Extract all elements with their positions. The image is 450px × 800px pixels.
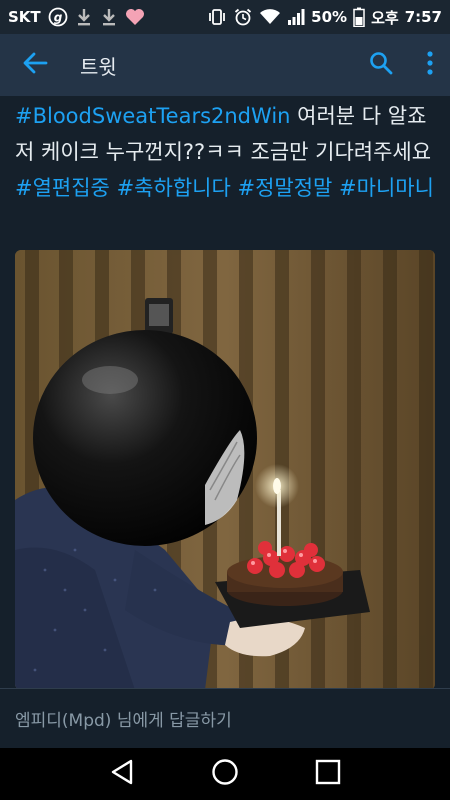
hashtag-link[interactable]: #마니마니 [339,176,434,200]
carrier-label: SKT [8,8,41,26]
reply-composer[interactable]: 엠피디(Mpd) 님에게 답글하기 [0,688,450,748]
page-title: 트윗 [80,54,117,79]
search-icon [369,51,393,79]
more-vertical-icon [427,51,433,79]
recents-square-icon [315,759,341,789]
alarm-icon [233,7,253,27]
battery-icon [353,7,365,27]
download-icon [75,7,93,27]
download-icon [100,7,118,27]
hashtag-link[interactable]: #열편집중 [15,176,110,200]
tweet-detail: #BloodSweatTears2ndWin 여러분 다 알죠 저 케이크 누구… [0,96,450,688]
hashtag-link[interactable]: #정말정말 [237,176,332,200]
more-options-button[interactable] [410,34,450,96]
ampm-label: 오후 [371,8,399,27]
wifi-icon [259,8,281,26]
status-bar: SKT g 50% 오후 7:57 [0,0,450,34]
signal-icon [287,8,305,26]
nav-home-button[interactable] [200,748,250,800]
clock-time: 7:57 [404,8,442,26]
heart-icon [125,8,145,26]
back-arrow-icon [22,52,48,78]
g-circle-icon: g [48,7,68,27]
vibrate-icon [207,7,227,27]
battery-percent: 50% [311,8,348,26]
svg-text:g: g [53,11,62,25]
system-nav-bar [0,748,450,800]
reply-input[interactable]: 엠피디(Mpd) 님에게 답글하기 [15,706,232,731]
search-button[interactable] [352,34,410,96]
back-triangle-icon [109,758,135,790]
hashtag-link[interactable]: #BloodSweatTears2ndWin [15,104,290,128]
tweet-photo[interactable] [15,250,435,688]
back-button[interactable] [0,34,70,96]
tweet-text: #BloodSweatTears2ndWin 여러분 다 알죠 저 케이크 누구… [15,98,435,206]
app-bar: 트윗 [0,34,450,96]
nav-back-button[interactable] [97,748,147,800]
hashtag-link[interactable]: #축하합니다 [117,176,231,200]
home-circle-icon [211,758,239,790]
nav-recents-button[interactable] [303,748,353,800]
